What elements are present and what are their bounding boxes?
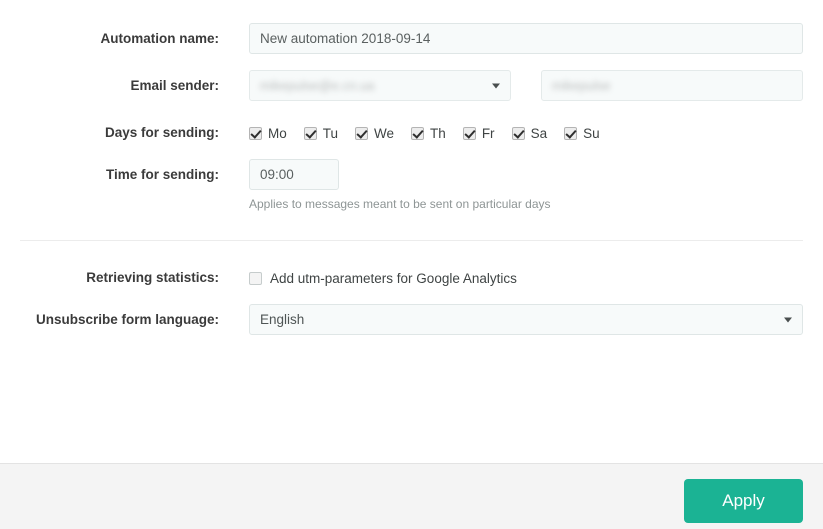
chevron-down-icon — [784, 317, 792, 322]
form-row-email-sender: Email sender: mikepulse@e.cn.ua mikepuls… — [0, 70, 823, 102]
email-sender-label: Email sender: — [130, 78, 219, 93]
day-item-we: We — [355, 126, 394, 141]
day-checkbox-mo[interactable] — [249, 126, 262, 140]
time-help-text: Applies to messages meant to be sent on … — [249, 197, 551, 211]
day-label-mo: Mo — [268, 125, 287, 141]
days-checkbox-group: Mo Tu We Th Fr Sa Su — [249, 117, 600, 149]
day-item-tu: Tu — [303, 125, 339, 141]
days-field-group: Mo Tu We Th Fr Sa Su — [249, 117, 600, 149]
unsubscribe-language-field-group: English — [249, 304, 803, 335]
day-checkbox-we[interactable] — [355, 126, 369, 140]
days-for-sending-label: Days for sending: — [104, 125, 219, 140]
form-row-automation-name: Automation name: — [0, 23, 823, 55]
unsubscribe-language-label: Unsubscribe form language: — [35, 312, 219, 327]
day-checkbox-tu[interactable] — [303, 126, 317, 140]
utm-parameters-checkbox[interactable] — [249, 271, 262, 285]
retrieving-statistics-label: Retrieving statistics: — [86, 270, 219, 285]
day-label-fr: Fr — [481, 125, 495, 141]
utm-field-group: Add utm-parameters for Google Analytics — [249, 262, 517, 294]
apply-button[interactable]: Apply — [684, 479, 803, 523]
time-for-sending-input[interactable] — [249, 159, 339, 190]
day-label-tu: Tu — [322, 125, 339, 141]
form-footer: Apply — [0, 463, 823, 529]
section-divider — [20, 240, 803, 241]
automation-name-label: Automation name: — [100, 31, 219, 46]
day-item-mo: Mo — [249, 126, 287, 141]
chevron-down-icon — [492, 83, 500, 88]
email-sender-field-group: mikepulse@e.cn.ua mikepulse — [249, 70, 803, 101]
unsubscribe-language-select[interactable]: English — [249, 304, 803, 335]
unsubscribe-language-value: English — [260, 312, 305, 327]
day-label-su: Su — [583, 125, 600, 141]
form-row-days-for-sending: Days for sending: Mo Tu We Th Fr Sa Su — [0, 117, 823, 149]
settings-form: Automation name: Email sender: mikepulse… — [0, 0, 823, 463]
time-for-sending-label: Time for sending: — [105, 167, 219, 182]
email-sender-name-input[interactable]: mikepulse — [541, 70, 803, 101]
email-sender-address-value: mikepulse@e.cn.ua — [260, 78, 375, 93]
automation-name-input[interactable] — [249, 23, 803, 54]
day-label-th: Th — [430, 125, 446, 141]
form-row-unsubscribe-language: Unsubscribe form language: English — [0, 304, 823, 336]
day-label-we: We — [374, 125, 395, 141]
email-sender-name-value: mikepulse — [552, 78, 611, 93]
day-checkbox-fr[interactable] — [462, 126, 476, 140]
email-sender-address-select[interactable]: mikepulse@e.cn.ua — [249, 70, 511, 101]
utm-parameters-label: Add utm-parameters for Google Analytics — [270, 270, 517, 286]
form-row-retrieving-statistics: Retrieving statistics: Add utm-parameter… — [0, 262, 823, 294]
utm-checkbox-wrap: Add utm-parameters for Google Analytics — [249, 262, 517, 294]
day-item-sa: Sa — [511, 125, 548, 141]
day-checkbox-sa[interactable] — [511, 126, 525, 140]
day-item-su: Su — [564, 126, 600, 141]
day-item-th: Th — [411, 126, 446, 141]
day-label-sa: Sa — [530, 125, 548, 141]
day-item-fr: Fr — [462, 125, 495, 141]
automation-name-field-group — [249, 23, 803, 54]
day-checkbox-su[interactable] — [564, 126, 578, 140]
time-field-group — [249, 159, 339, 190]
day-checkbox-th[interactable] — [411, 126, 425, 140]
form-row-time-for-sending: Time for sending: — [0, 159, 823, 191]
automation-settings-panel: Automation name: Email sender: mikepulse… — [0, 0, 823, 529]
